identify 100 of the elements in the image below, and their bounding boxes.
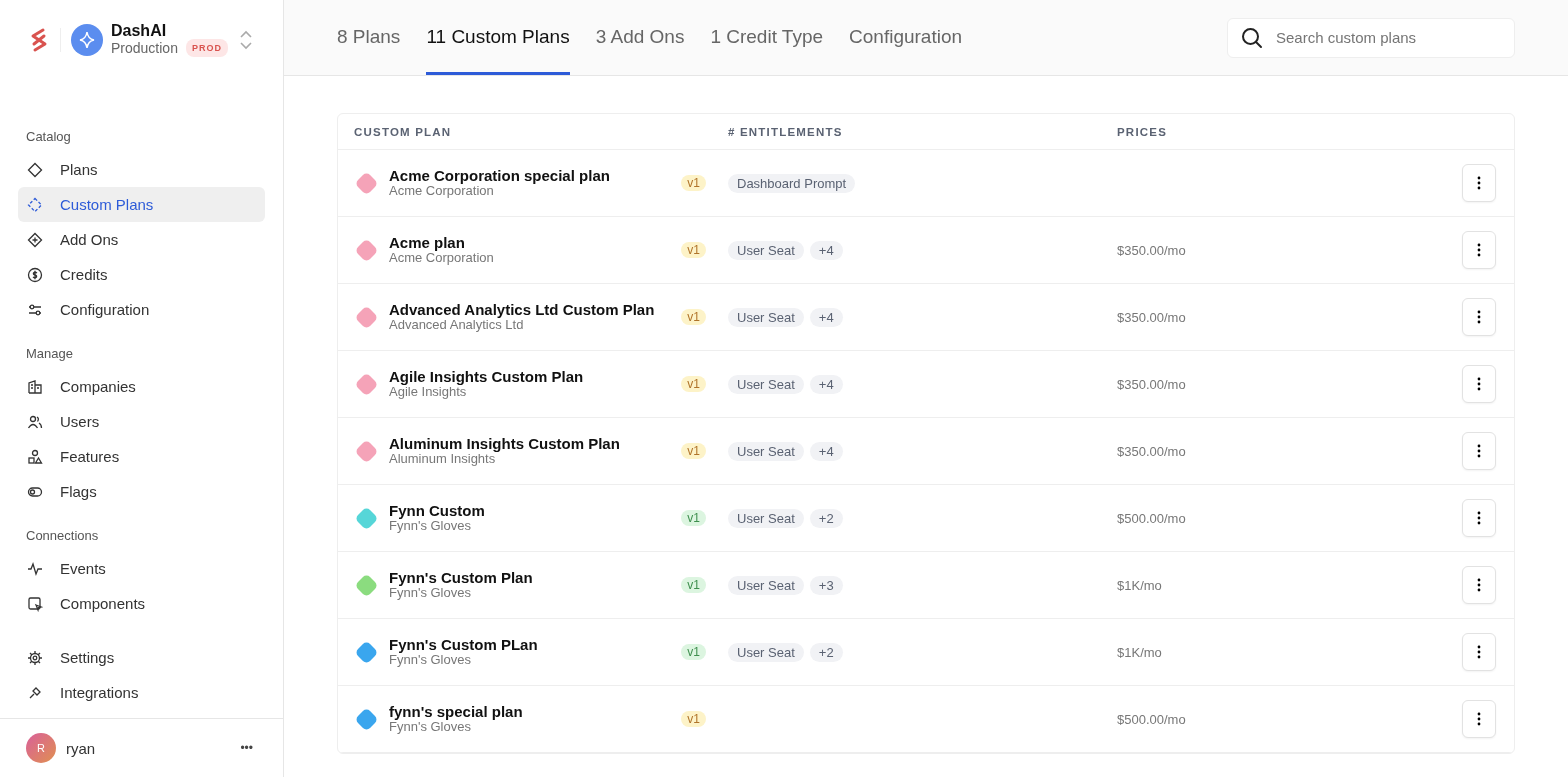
company-name: Acme Corporation	[389, 250, 495, 265]
price-text: $350.00/mo	[1117, 444, 1186, 459]
dashed-diamond-icon	[27, 196, 43, 213]
sidebar-item[interactable]: Events	[18, 551, 265, 586]
section-title: Connections	[25, 528, 100, 545]
more-button[interactable]: •••	[240, 741, 253, 755]
section-title: Manage	[25, 346, 74, 363]
vertical-dots-icon	[1477, 176, 1481, 190]
entitlement-tag: User Seat	[728, 307, 804, 327]
plan-name[interactable]: fynn's special plan	[389, 704, 668, 719]
plan-name[interactable]: Acme plan	[389, 235, 668, 250]
plan-name[interactable]: Fynn's Custom Plan	[389, 570, 668, 585]
building-icon	[27, 378, 43, 395]
entitlement-tag: User Seat	[728, 575, 804, 595]
version-tag: v1	[681, 376, 706, 392]
sidebar-item[interactable]: Settings	[18, 640, 265, 675]
sidebar-item[interactable]: Flags	[18, 474, 265, 509]
tab[interactable]: 3 Add Ons	[595, 0, 685, 75]
sidebar-item[interactable]: Configuration	[18, 292, 265, 327]
diamond-plus-icon	[27, 231, 43, 248]
tab[interactable]: Configuration	[849, 0, 963, 75]
price-text: $1K/mo	[1117, 578, 1162, 593]
plan-name[interactable]: Advanced Analytics Ltd Custom Plan	[389, 302, 668, 317]
row-menu-button[interactable]	[1462, 164, 1496, 202]
sidebar-item[interactable]: Add Ons	[18, 222, 265, 257]
sidebar-item[interactable]: Custom Plans	[18, 187, 265, 222]
plan-name[interactable]: Aluminum Insights Custom Plan	[389, 436, 668, 451]
version-tag: v1	[681, 644, 706, 660]
entitlement-tag: +4	[809, 441, 843, 461]
version-tag: v1	[681, 443, 706, 459]
vertical-dots-icon	[1477, 310, 1481, 324]
shapes-icon	[27, 448, 43, 465]
entitlement-tag: Dashboard Prompt	[728, 173, 856, 193]
sidebar-item[interactable]: Components	[18, 586, 265, 621]
company-name: Advanced Analytics Ltd	[389, 317, 524, 332]
row-menu-button[interactable]	[1462, 566, 1496, 604]
plan-name[interactable]: Fynn's Custom PLan	[389, 637, 668, 652]
vertical-dots-icon	[1477, 444, 1481, 458]
price-text: $1K/mo	[1117, 645, 1162, 660]
row-menu-button[interactable]	[1462, 700, 1496, 738]
company-name: Fynn's Gloves	[389, 518, 472, 533]
entitlement-tag: +4	[809, 240, 843, 260]
entitlement-tag: User Seat	[728, 240, 804, 260]
row-menu-button[interactable]	[1462, 499, 1496, 537]
plan-name[interactable]: Fynn Custom	[389, 503, 668, 518]
tab[interactable]: 8 Plans	[337, 0, 401, 75]
entitlement-tag: +4	[809, 374, 843, 394]
sidebar-item[interactable]: Plans	[18, 152, 265, 187]
column-header: # ENTITLEMENTS	[728, 125, 844, 138]
entitlement-tag: User Seat	[728, 508, 804, 528]
sparkle-avatar-icon	[71, 24, 103, 56]
entitlement-tag: User Seat	[728, 441, 804, 461]
version-tag: v1	[681, 510, 706, 526]
vertical-dots-icon	[1477, 511, 1481, 525]
environment-badge: PROD	[185, 39, 228, 57]
plan-name[interactable]: Acme Corporation special plan	[389, 168, 668, 183]
row-menu-button[interactable]	[1462, 633, 1496, 671]
tab[interactable]: 1 Credit Type	[710, 0, 824, 75]
row-menu-button[interactable]	[1462, 298, 1496, 336]
sidebar-item[interactable]: Credits	[18, 257, 265, 292]
company-name: Fynn's Gloves	[389, 652, 472, 667]
price-text: $350.00/mo	[1117, 310, 1186, 325]
vertical-dots-icon	[1477, 645, 1481, 659]
entitlement-tag: +3	[809, 575, 843, 595]
sidebar-item[interactable]: Companies	[18, 369, 265, 404]
row-menu-button[interactable]	[1462, 432, 1496, 470]
entitlement-tag: +4	[809, 307, 843, 327]
chevron-up-down-icon[interactable]	[239, 29, 253, 51]
entitlement-tag: +2	[809, 642, 843, 662]
sidebar-item[interactable]: Features	[18, 439, 265, 474]
plan-name[interactable]: Agile Insights Custom Plan	[389, 369, 668, 384]
environment-name: Production	[111, 40, 178, 56]
column-header: CUSTOM PLAN	[354, 125, 453, 138]
entitlement-tag: +2	[809, 508, 843, 528]
company-name: Fynn's Gloves	[389, 585, 472, 600]
sidebar-item[interactable]: Users	[18, 404, 265, 439]
tab[interactable]: 11 Custom Plans	[426, 0, 570, 75]
gear-icon	[27, 649, 43, 666]
version-tag: v1	[681, 175, 706, 191]
vertical-dots-icon	[1477, 578, 1481, 592]
user-name: ryan	[66, 739, 97, 757]
sidebar-item[interactable]: Integrations	[18, 675, 265, 710]
company-name: Agile Insights	[389, 384, 467, 399]
coin-icon	[27, 266, 43, 283]
entitlement-tag: User Seat	[728, 642, 804, 662]
vertical-dots-icon	[1477, 243, 1481, 257]
row-menu-button[interactable]	[1462, 231, 1496, 269]
company-name: Aluminum Insights	[389, 451, 496, 466]
price-text: $350.00/mo	[1117, 243, 1186, 258]
version-tag: v1	[681, 309, 706, 325]
entitlement-tag: User Seat	[728, 374, 804, 394]
diamond-icon	[27, 161, 43, 178]
search-field[interactable]: Search custom plans	[1227, 17, 1515, 58]
component-icon	[27, 595, 43, 612]
price-text: $500.00/mo	[1117, 511, 1186, 526]
version-tag: v1	[681, 577, 706, 593]
company-name: Fynn's Gloves	[389, 719, 471, 734]
section-title: Catalog	[25, 129, 72, 146]
row-menu-button[interactable]	[1462, 365, 1496, 403]
pulse-icon	[27, 560, 43, 577]
